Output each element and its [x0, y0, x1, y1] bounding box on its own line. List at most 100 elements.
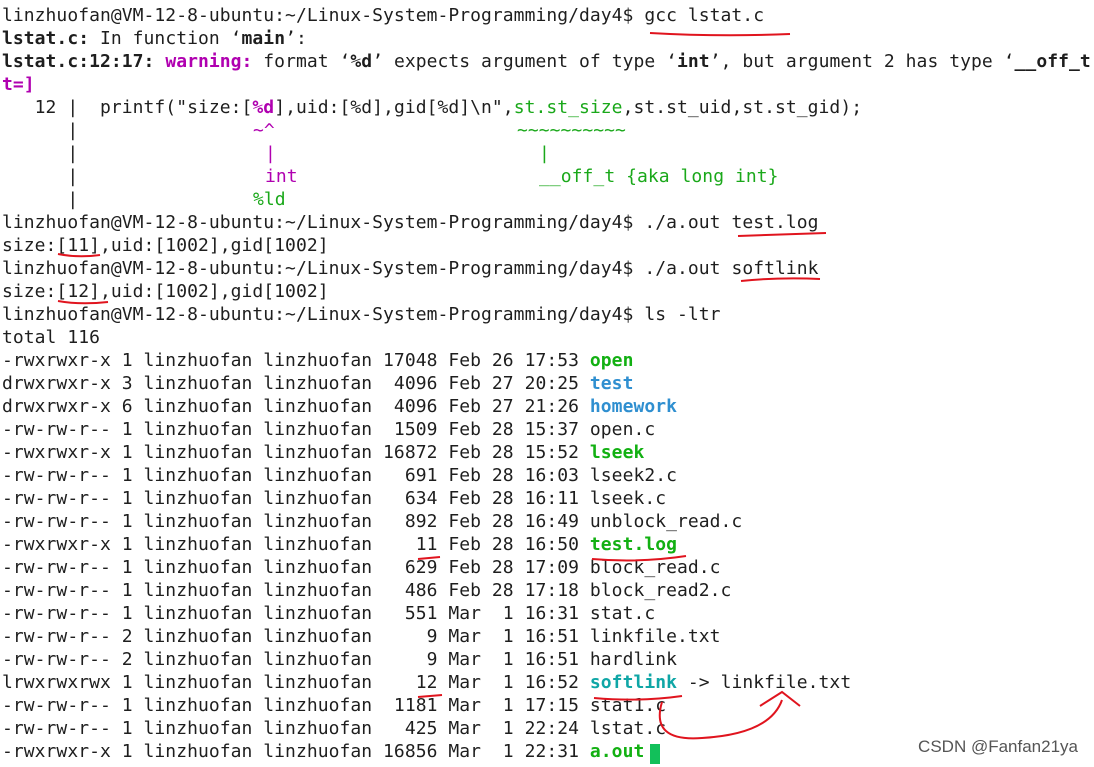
ls-row-filename: lseek.c — [589, 488, 667, 509]
ls-row: -rwxrwxr-x 1 linzhuofan linzhuofan 16856… — [2, 740, 644, 763]
code-format-spec: %d — [252, 97, 275, 118]
ls-row-filename: unblock_read.c — [589, 511, 743, 532]
ls-row-filename: lseek2.c — [589, 465, 678, 486]
annotation-underline-gcc — [649, 32, 791, 37]
ls-row: -rw-rw-r-- 1 linzhuofan linzhuofan 629 F… — [2, 556, 721, 579]
ls-row-meta: drwxrwxr-x 6 linzhuofan linzhuofan 4096 … — [2, 396, 590, 417]
warning-type-int: int — [677, 51, 710, 72]
warning-wrap-line: t=] — [2, 74, 35, 95]
marker-type-int: int — [265, 166, 298, 187]
ls-row: lrwxrwxrwx 1 linzhuofan linzhuofan 12 Ma… — [2, 671, 851, 694]
ls-row-filename: stat1.c — [589, 695, 667, 716]
ls-row-filename: linkfile.txt — [589, 626, 721, 647]
marker-gutter: | — [2, 143, 79, 164]
ls-row-meta: -rw-rw-r-- 2 linzhuofan linzhuofan 9 Mar… — [2, 626, 590, 647]
ls-row-filename: test — [589, 373, 634, 394]
marker-tilde: ~~~~~~~~~~ — [517, 120, 626, 141]
code-segment: ,st.st_uid,st.st_gid); — [622, 97, 863, 118]
command-text: ./a.out — [644, 258, 732, 279]
ls-row: -rw-rw-r-- 1 linzhuofan linzhuofan 551 M… — [2, 602, 655, 625]
ls-row: -rwxrwxr-x 1 linzhuofan linzhuofan 16872… — [2, 441, 644, 464]
warning-type-off-t: __off_t — [1014, 51, 1091, 72]
ls-row-filename: stat.c — [589, 603, 656, 624]
ls-row-filename: block_read.c — [589, 557, 721, 578]
ls-row: drwxrwxr-x 3 linzhuofan linzhuofan 4096 … — [2, 372, 633, 395]
ls-row: -rw-rw-r-- 1 linzhuofan linzhuofan 1509 … — [2, 418, 655, 441]
ls-row-meta: -rw-rw-r-- 1 linzhuofan linzhuofan 1181 … — [2, 695, 590, 716]
ls-row-meta: -rw-rw-r-- 1 linzhuofan linzhuofan 634 F… — [2, 488, 590, 509]
ls-row-meta: -rwxrwxr-x 1 linzhuofan linzhuofan 11 Fe… — [2, 534, 590, 555]
ls-row-filename: a.out — [589, 741, 645, 762]
ls-row-link-target: -> linkfile.txt — [677, 672, 852, 693]
ls-row-meta: -rw-rw-r-- 2 linzhuofan linzhuofan 9 Mar… — [2, 649, 590, 670]
ls-row: -rw-rw-r-- 1 linzhuofan linzhuofan 425 M… — [2, 717, 666, 740]
shell-prompt: linzhuofan@VM-12-8-ubuntu:~/Linux-System… — [2, 212, 645, 233]
ls-row: -rw-rw-r-- 1 linzhuofan linzhuofan 691 F… — [2, 464, 677, 487]
ls-row: -rwxrwxr-x 1 linzhuofan linzhuofan 17048… — [2, 349, 633, 372]
marker-line-4: | %ld — [2, 188, 285, 211]
command-line-run-test: linzhuofan@VM-12-8-ubuntu:~/Linux-System… — [2, 211, 819, 234]
terminal-cursor — [650, 744, 660, 764]
ls-row: -rwxrwxr-x 1 linzhuofan linzhuofan 11 Fe… — [2, 533, 677, 556]
ls-row-filename: lseek — [589, 442, 645, 463]
marker-line-1: | ~^ ~~~~~~~~~~ — [2, 119, 626, 142]
ls-row-meta: -rwxrwxr-x 1 linzhuofan linzhuofan 17048… — [2, 350, 590, 371]
warning-text: format ‘ — [263, 51, 351, 72]
ls-row-filename: hardlink — [589, 649, 678, 670]
marker-bar: | — [539, 143, 550, 164]
command-line-run-softlink: linzhuofan@VM-12-8-ubuntu:~/Linux-System… — [2, 257, 819, 280]
shell-prompt: linzhuofan@VM-12-8-ubuntu:~/Linux-System… — [2, 304, 645, 325]
diag-function-name: main — [241, 28, 286, 49]
source-code-line: 12 | printf("size:[%d],uid:[%d],gid[%d]\… — [2, 96, 862, 119]
ls-row: -rw-rw-r-- 2 linzhuofan linzhuofan 9 Mar… — [2, 625, 721, 648]
marker-caret: ~^ — [253, 120, 275, 141]
compiler-note-line: lstat.c: In function ‘main’: — [2, 27, 307, 50]
marker-gutter: | — [2, 120, 79, 141]
ls-row-filename: homework — [589, 396, 678, 417]
command-line-gcc: linzhuofan@VM-12-8-ubuntu:~/Linux-System… — [2, 4, 764, 27]
ls-row-meta: -rwxrwxr-x 1 linzhuofan linzhuofan 16872… — [2, 442, 590, 463]
code-segment: printf("size:[ — [99, 97, 253, 118]
annotation-arrow-curve — [658, 699, 783, 740]
ls-row-meta: -rwxrwxr-x 1 linzhuofan linzhuofan 16856… — [2, 741, 590, 762]
marker-type-off-t: __off_t {aka long int} — [539, 166, 779, 187]
csdn-watermark: CSDN @Fanfan21ya — [918, 737, 1078, 756]
annotation-arrow-head — [759, 690, 801, 707]
code-line-number: 12 | — [2, 97, 100, 118]
command-argument: test.log — [731, 212, 819, 233]
warning-text: ’ expects argument of type ‘ — [372, 51, 678, 72]
command-text: ./a.out — [644, 212, 732, 233]
ls-row-filename: open — [589, 350, 634, 371]
marker-line-3: | int __off_t {aka long int} — [2, 165, 778, 188]
diag-text-close: ’: — [285, 28, 307, 49]
shell-prompt: linzhuofan@VM-12-8-ubuntu:~/Linux-System… — [2, 258, 645, 279]
ls-row-meta: -rw-rw-r-- 1 linzhuofan linzhuofan 1509 … — [2, 419, 590, 440]
ls-row-meta: -rw-rw-r-- 1 linzhuofan linzhuofan 486 F… — [2, 580, 590, 601]
warning-label: warning: — [165, 51, 264, 72]
ls-row-meta: -rw-rw-r-- 1 linzhuofan linzhuofan 425 M… — [2, 718, 590, 739]
ls-row-meta: -rw-rw-r-- 1 linzhuofan linzhuofan 691 F… — [2, 465, 590, 486]
command-text: gcc lstat.c — [644, 5, 765, 26]
terminal-cursor-wrap — [650, 744, 660, 766]
code-argument: st.st_size — [513, 97, 623, 118]
program-output-1: size:[11],uid:[1002],gid[1002] — [2, 235, 329, 256]
ls-row-filename: softlink — [589, 672, 678, 693]
shell-prompt: linzhuofan@VM-12-8-ubuntu:~/Linux-System… — [2, 5, 645, 26]
command-line-ls: linzhuofan@VM-12-8-ubuntu:~/Linux-System… — [2, 303, 721, 326]
warning-text: ’, but argument 2 has type ‘ — [709, 51, 1015, 72]
marker-gutter: | — [2, 166, 79, 187]
code-segment: ],uid:[%d],gid[%d]\n", — [274, 97, 514, 118]
marker-bar: | — [265, 143, 276, 164]
compiler-warning-line: lstat.c:12:17: warning: format ‘%d’ expe… — [2, 50, 1091, 73]
ls-row-filename: open.c — [589, 419, 656, 440]
terminal-window[interactable]: linzhuofan@VM-12-8-ubuntu:~/Linux-System… — [0, 0, 1094, 767]
diag-file: lstat.c: — [2, 28, 90, 49]
ls-row-meta: -rw-rw-r-- 1 linzhuofan linzhuofan 551 M… — [2, 603, 590, 624]
diag-text: In function ‘ — [89, 28, 242, 49]
command-argument: softlink — [731, 258, 819, 279]
ls-row-meta: lrwxrwxrwx 1 linzhuofan linzhuofan 12 Ma… — [2, 672, 590, 693]
ls-row-meta: -rw-rw-r-- 1 linzhuofan linzhuofan 892 F… — [2, 511, 590, 532]
command-text: ls -ltr — [644, 304, 721, 325]
ls-row: drwxrwxr-x 6 linzhuofan linzhuofan 4096 … — [2, 395, 677, 418]
ls-row: -rw-rw-r-- 1 linzhuofan linzhuofan 634 F… — [2, 487, 666, 510]
